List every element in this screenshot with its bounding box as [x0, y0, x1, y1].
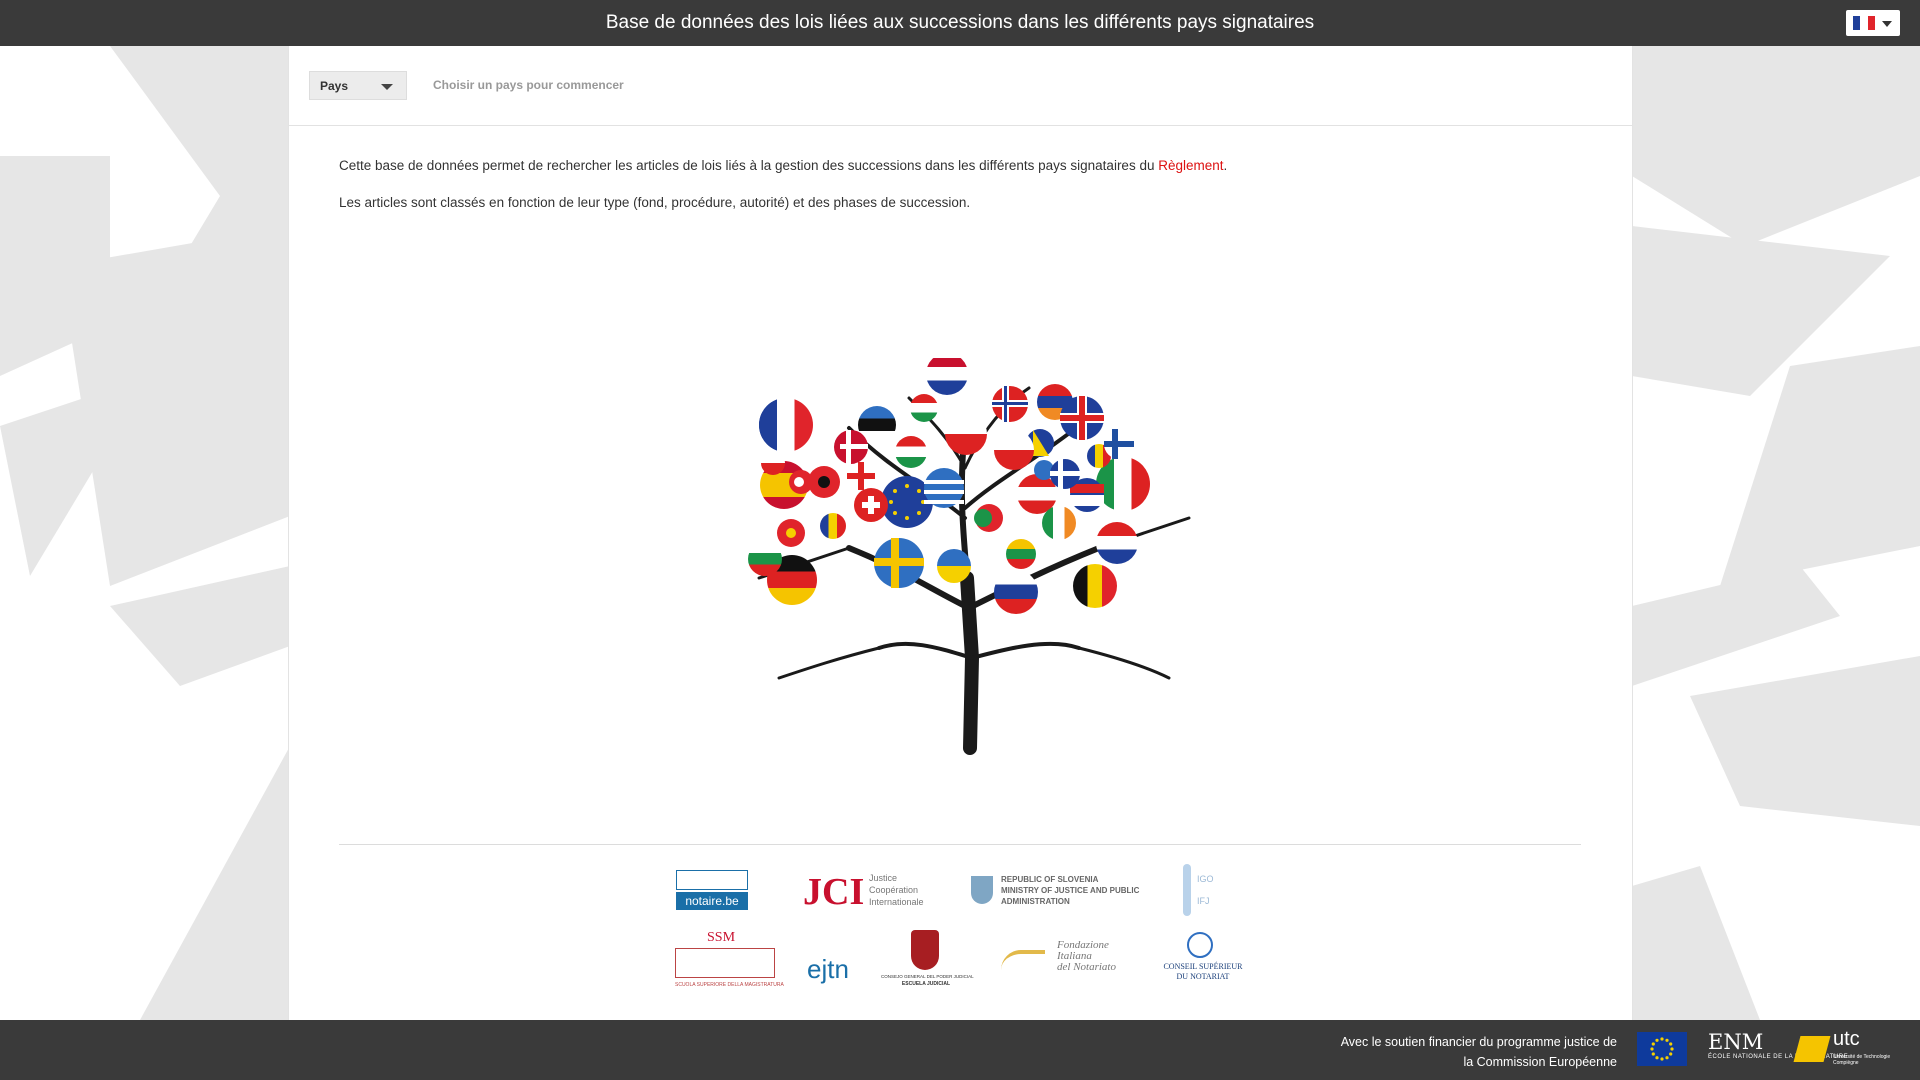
- flag-andorra: [820, 513, 846, 539]
- page-title: Base de données des lois liées aux succe…: [605, 12, 1315, 33]
- logo-enm-label: ENM: [1708, 1030, 1764, 1054]
- logo-csn-line1: CONSEIL SUPÉRIEUR: [1163, 962, 1243, 971]
- logo-slovenia-ministry[interactable]: REPUBLIC OF SLOVENIA MINISTRY OF JUSTICE…: [971, 872, 1141, 912]
- flag-ukraine: [937, 549, 971, 583]
- flag-lithuania: [1006, 539, 1036, 569]
- books-icon: [676, 870, 748, 890]
- flag-russia: [994, 570, 1038, 614]
- utc-mark-icon: [1793, 1036, 1831, 1062]
- logo-notaire-label: notaire.be: [676, 892, 748, 910]
- building-icon: [675, 948, 775, 978]
- flag-poland: [945, 413, 987, 455]
- flag-france-circle: [759, 398, 813, 452]
- logo-utc[interactable]: utc Université de Technologie Compiègne: [1793, 1028, 1892, 1070]
- logo-cgpj[interactable]: CONSEJO GENERAL DEL PODER JUDICIAL ESCUE…: [881, 930, 974, 992]
- eu-stars-icon: [1650, 1037, 1674, 1061]
- logo-csn-line2: DU NOTARIAT: [1176, 972, 1230, 981]
- logo-fondazione-notariato[interactable]: Fondazione Italiana del Notariato: [1001, 938, 1131, 986]
- intro-paragraph-1-end: .: [1223, 158, 1228, 173]
- logo-cgpj-sub: ESCUELA JUDICIAL: [901, 981, 951, 987]
- divider: [339, 844, 1581, 845]
- crest-icon: [911, 930, 939, 970]
- logo-ejtn[interactable]: ejtn: [805, 942, 859, 986]
- logo-utc-label: utc: [1833, 1028, 1860, 1050]
- footer: Avec le soutien financier du programme j…: [0, 1020, 1920, 1080]
- slovenia-crest-icon: [971, 876, 993, 904]
- chevron-down-icon: [381, 84, 393, 90]
- logo-utc-sub: Université de Technologie Compiègne: [1833, 1054, 1891, 1066]
- intro-paragraph-1: Cette base de données permet de recherch…: [339, 158, 1579, 173]
- reglement-link[interactable]: Règlement: [1158, 158, 1223, 173]
- intro-paragraph-2: Les articles sont classés en fonction de…: [339, 195, 971, 210]
- flag-netherlands: [926, 358, 968, 395]
- flag-bulgaria: [748, 542, 782, 576]
- logo-csn-text: CONSEIL SUPÉRIEUR DU NOTARIAT: [1153, 962, 1253, 982]
- flag-france-icon: [1853, 16, 1875, 30]
- flag-ireland: [1042, 506, 1076, 540]
- intro-paragraph-1-text: Cette base de données permet de recherch…: [339, 158, 1159, 173]
- language-selector[interactable]: [1846, 10, 1900, 36]
- logo-jci[interactable]: JCI Justice Coopération Internationale: [803, 866, 933, 916]
- country-selector-bar: Pays Choisir un pays pour commencer: [289, 46, 1632, 126]
- flag-hungary: [895, 436, 927, 468]
- logo-ssm[interactable]: SSM SCUOLA SUPERIORE DELLA MAGISTRATURA: [675, 930, 784, 992]
- logo-ssm-sub: SCUOLA SUPERIORE DELLA MAGISTRATURA: [675, 982, 784, 988]
- logo-slovenia-text: REPUBLIC OF SLOVENIA MINISTRY OF JUSTICE…: [1001, 874, 1139, 907]
- jci-mark-icon: JCI: [803, 871, 865, 913]
- logo-jci-line2: Coopération: [869, 885, 919, 895]
- logo-ejtn-label: ejtn: [807, 954, 849, 984]
- logo-slovenia-line3: ADMINISTRATION: [1001, 897, 1070, 906]
- logo-igo-label: IGO: [1197, 874, 1214, 884]
- main-panel: Pays Choisir un pays pour commencer Cett…: [288, 46, 1633, 1020]
- country-select[interactable]: Pays: [309, 71, 407, 100]
- flag-belarus: [910, 394, 938, 422]
- logo-jci-line1: Justice: [869, 873, 898, 883]
- swoosh-icon: [1001, 950, 1045, 972]
- logo-jci-line3: Internationale: [869, 897, 924, 907]
- logo-notaire-be[interactable]: notaire.be: [676, 870, 748, 912]
- funding-notice-line2: la Commission Européenne: [1463, 1055, 1617, 1069]
- country-select-label: Pays: [320, 79, 349, 93]
- logo-conseil-superieur-notariat[interactable]: CONSEIL SUPÉRIEUR DU NOTARIAT: [1153, 932, 1253, 990]
- intro-text: Cette base de données permet de recherch…: [339, 158, 1579, 210]
- logo-fondazione-line3: del Notariato: [1057, 961, 1116, 973]
- top-bar: Base de données des lois liées aux succe…: [0, 0, 1920, 46]
- country-select-hint: Choisir un pays pour commencer: [433, 78, 624, 92]
- flag-belgium: [1073, 564, 1117, 608]
- flag-latvia: [994, 430, 1034, 470]
- logo-slovenia-line1: REPUBLIC OF SLOVENIA: [1001, 875, 1099, 884]
- logo-ssm-label: SSM: [707, 930, 736, 945]
- funding-notice-line1: Avec le soutien financier du programme j…: [1340, 1035, 1617, 1049]
- logo-fondazione-text: Fondazione Italiana del Notariato: [1057, 940, 1116, 973]
- flag-czech: [761, 451, 785, 475]
- logo-ifj-label: IFJ: [1197, 896, 1210, 906]
- flag-croatia: [1096, 522, 1138, 564]
- logo-slovenia-line2: MINISTRY OF JUSTICE AND PUBLIC: [1001, 886, 1140, 895]
- logo-jci-text: Justice Coopération Internationale: [869, 872, 924, 908]
- funding-notice: Avec le soutien financier du programme j…: [1341, 1032, 1617, 1072]
- chevron-down-icon: [1882, 21, 1892, 27]
- logo-cgpj-label: CONSEJO GENERAL DEL PODER JUDICIAL: [881, 974, 974, 979]
- igo-bar-icon: [1183, 864, 1191, 916]
- flag-tree-illustration: [748, 358, 1191, 755]
- eu-flag-icon: [1637, 1032, 1687, 1066]
- logo-igo-ifj[interactable]: IGO IFJ: [1183, 864, 1243, 920]
- notariat-emblem-icon: [1187, 932, 1213, 958]
